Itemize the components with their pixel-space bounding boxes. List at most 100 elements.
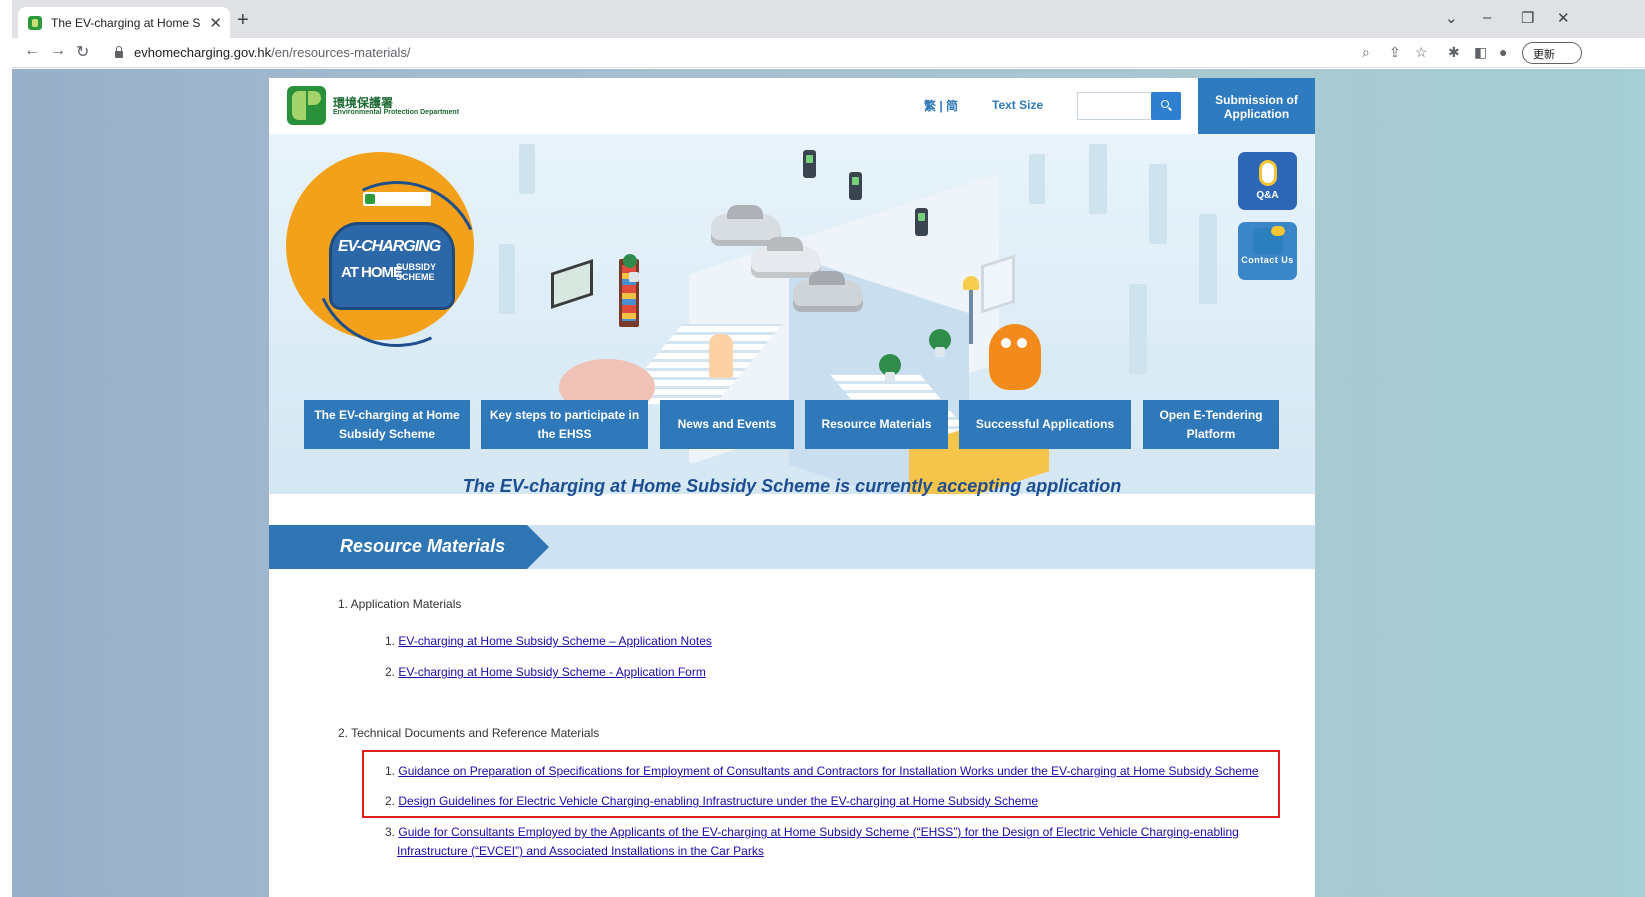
contact-us-button[interactable]: Contact Us — [1238, 222, 1297, 280]
minimize-icon[interactable]: – — [1483, 9, 1491, 26]
parked-car — [793, 280, 863, 312]
lock-icon — [115, 45, 123, 58]
qa-label: Q&A — [1256, 190, 1279, 201]
orange-mascot — [989, 324, 1041, 390]
list-number: 2. — [385, 794, 396, 808]
wall-panel — [1149, 164, 1167, 244]
list-item: 3. Guide for Consultants Employed by the… — [385, 825, 1239, 839]
person-with-laptop — [709, 334, 733, 378]
close-tab-icon[interactable]: ✕ — [209, 14, 222, 32]
ev-charger-icon — [849, 172, 862, 200]
epd-logo-icon[interactable] — [287, 86, 326, 125]
wall-panel — [1029, 154, 1045, 204]
page-viewport: 環境保護署 Environmental Protection Departmen… — [12, 69, 1645, 897]
list-number: 1. — [385, 634, 396, 648]
qa-icon — [1258, 160, 1277, 186]
extensions-puzzle-icon[interactable]: ✱ — [1448, 44, 1460, 61]
section-title-tab: Resource Materials — [269, 525, 549, 569]
reload-icon[interactable]: ↻ — [76, 42, 89, 62]
list-item: 2. EV-charging at Home Subsidy Scheme - … — [385, 665, 706, 679]
badge-epd-logo — [363, 192, 431, 206]
nav-news-events[interactable]: News and Events — [660, 400, 794, 449]
list-item: 1. Guidance on Preparation of Specificat… — [385, 764, 1259, 778]
address-bar[interactable]: evhomecharging.gov.hk /en/resources-mate… — [115, 41, 411, 63]
close-window-icon[interactable]: ✕ — [1557, 9, 1570, 27]
list-number: 3. — [385, 825, 396, 839]
potted-plant — [623, 254, 639, 282]
list-item-continuation: Infrastructure (“EVCEI”) and Associated … — [397, 844, 764, 858]
forward-arrow-icon[interactable]: → — [50, 42, 66, 60]
submission-of-application-button[interactable]: Submission of Application — [1198, 78, 1315, 134]
text-size-control[interactable]: Text Size — [992, 98, 1043, 112]
tab-search-chevron-icon[interactable]: ⌄ — [1445, 9, 1458, 27]
site-container: 環境保護署 Environmental Protection Departmen… — [269, 78, 1315, 897]
list-item: 2. Design Guidelines for Electric Vehicl… — [385, 794, 1038, 808]
wall-panel — [1129, 284, 1147, 374]
list-number: 2. — [385, 665, 396, 679]
search-icon[interactable] — [1151, 92, 1181, 120]
nav-scheme[interactable]: The EV-charging at Home Subsidy Scheme — [304, 400, 470, 449]
screen: The EV-charging at Home Sub: ✕ + ⌄ – ❐ ✕… — [0, 0, 1645, 897]
nav-key-steps[interactable]: Key steps to participate in the EHSS — [481, 400, 648, 449]
link-design-guidelines[interactable]: Design Guidelines for Electric Vehicle C… — [398, 794, 1038, 808]
bookshelf — [619, 259, 639, 327]
section-banner: Resource Materials — [269, 525, 1315, 569]
link-application-notes[interactable]: EV-charging at Home Subsidy Scheme – App… — [398, 634, 712, 648]
browser-update-button[interactable]: 更新 — [1522, 42, 1582, 64]
link-consultants-guide[interactable]: Guide for Consultants Employed by the Ap… — [398, 825, 1238, 839]
resource-list: 1. Application Materials 1. EV-charging … — [269, 569, 1315, 897]
wall-panel — [1199, 214, 1217, 304]
share-icon[interactable]: ⇪ — [1389, 44, 1401, 61]
nav-e-tendering[interactable]: Open E-Tendering Platform — [1143, 400, 1279, 449]
link-consultants-guide-cont[interactable]: Infrastructure (“EVCEI”) and Associated … — [397, 844, 764, 858]
group-application-materials: 1. Application Materials — [338, 597, 462, 611]
nav-resource-materials[interactable]: Resource Materials — [805, 400, 948, 449]
floor-lamp — [963, 276, 979, 344]
list-item: 1. EV-charging at Home Subsidy Scheme – … — [385, 634, 712, 648]
potted-plant — [929, 329, 951, 357]
list-number: 1. — [385, 764, 396, 778]
browser-window: The EV-charging at Home Sub: ✕ + ⌄ – ❐ ✕… — [12, 0, 1645, 897]
ev-charger-icon — [915, 208, 928, 236]
scheme-status-headline: The EV-charging at Home Subsidy Scheme i… — [462, 476, 1122, 496]
site-header: 環境保護署 Environmental Protection Departmen… — [269, 78, 1315, 134]
tab-strip: The EV-charging at Home Sub: ✕ + ⌄ – ❐ ✕ — [12, 0, 1645, 38]
language-switch[interactable]: 繁 | 简 — [924, 97, 958, 114]
zoom-icon[interactable]: ⌕ — [1362, 44, 1370, 61]
link-specifications-guidance[interactable]: Guidance on Preparation of Specification… — [398, 764, 1258, 778]
window-frame — [981, 254, 1015, 314]
wall-panel — [499, 244, 515, 314]
url-host: evhomecharging.gov.hk — [134, 44, 272, 60]
qa-button[interactable]: Q&A — [1238, 152, 1297, 210]
parked-car — [751, 246, 821, 278]
badge-subtitle: AT HOME — [341, 264, 403, 281]
badge-title: EV-CHARGING — [338, 238, 441, 255]
profile-avatar-icon[interactable]: ● — [1499, 44, 1507, 60]
wall-picture — [551, 259, 593, 309]
browser-toolbar: ← → ↻ evhomecharging.gov.hk /en/resource… — [12, 38, 1645, 68]
side-panel-icon[interactable]: ◧ — [1474, 44, 1487, 61]
site-favicon-icon — [28, 15, 42, 30]
phone-chat-icon — [1252, 226, 1285, 254]
nav-successful-applications[interactable]: Successful Applications — [959, 400, 1131, 449]
new-tab-icon[interactable]: + — [237, 10, 249, 30]
browser-tab[interactable]: The EV-charging at Home Sub: ✕ — [18, 7, 230, 38]
logo-english-name: Environmental Protection Department — [333, 109, 460, 116]
contact-us-label: Contact Us — [1241, 255, 1294, 265]
ev-charger-icon — [803, 150, 816, 178]
scheme-badge: EV-CHARGING AT HOME SUBSIDY SCHEME — [286, 152, 504, 371]
section-title: Resource Materials — [340, 536, 506, 556]
main-navigation: The EV-charging at Home Subsidy Scheme K… — [269, 400, 1315, 450]
wall-panel — [1089, 144, 1107, 214]
group-technical-documents: 2. Technical Documents and Reference Mat… — [338, 726, 600, 740]
badge-subsidy-scheme: SUBSIDY SCHEME — [396, 262, 436, 282]
bookmark-star-icon[interactable]: ☆ — [1415, 44, 1428, 61]
wall-panel — [519, 144, 535, 194]
restore-icon[interactable]: ❐ — [1521, 9, 1534, 27]
potted-plant — [879, 354, 901, 382]
link-application-form[interactable]: EV-charging at Home Subsidy Scheme - App… — [398, 665, 705, 679]
tab-title: The EV-charging at Home Sub: — [51, 15, 201, 30]
url-path: /en/resources-materials/ — [271, 44, 411, 60]
site-search-input[interactable] — [1077, 92, 1152, 120]
back-arrow-icon[interactable]: ← — [24, 42, 40, 60]
